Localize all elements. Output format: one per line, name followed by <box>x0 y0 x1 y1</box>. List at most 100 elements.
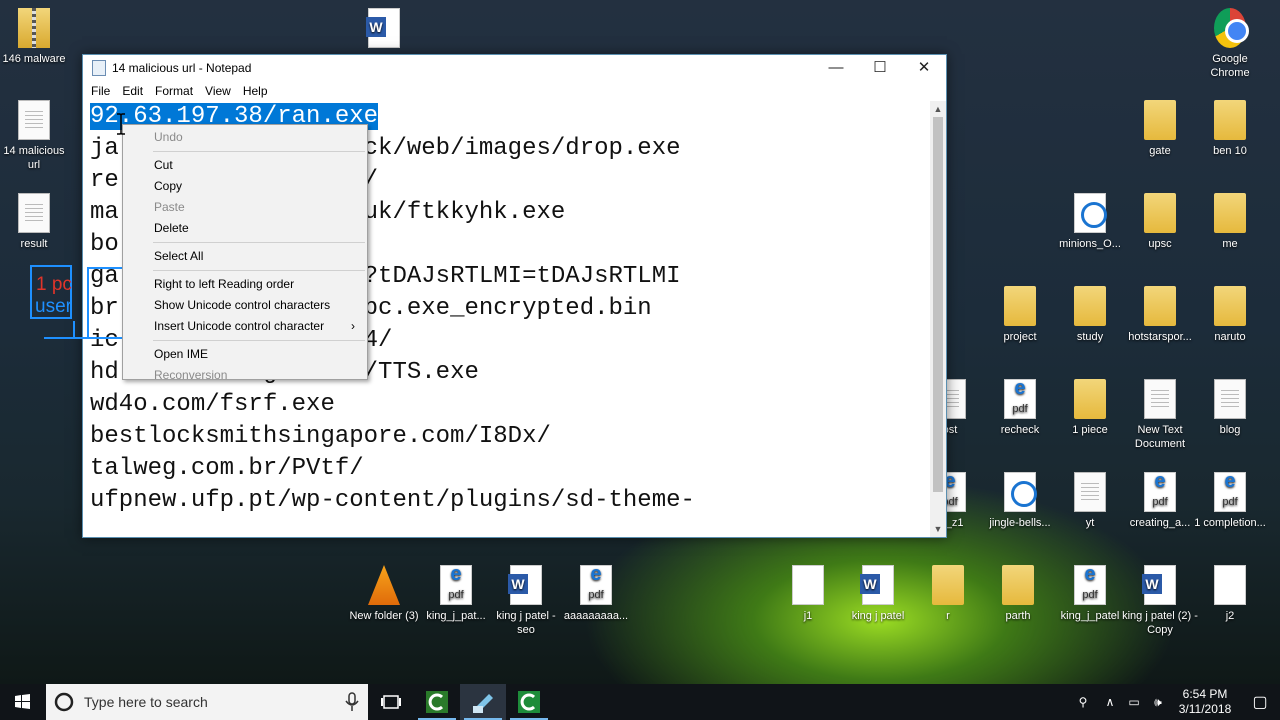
context-menu-item[interactable]: Insert Unicode control character › <box>123 316 367 337</box>
desktop-icon-label: project <box>1003 331 1037 343</box>
desktop-icon[interactable]: Google Chrome <box>1192 8 1268 80</box>
window-title: 14 malicious url - Notepad <box>112 61 252 75</box>
desktop-icon[interactable]: New folder (3) <box>346 565 422 623</box>
word-file-icon <box>508 565 542 605</box>
pdf-file-icon <box>580 565 612 605</box>
desktop-icon[interactable]: r <box>910 565 986 623</box>
desktop-icon[interactable]: king j patel (2) - Copy <box>1122 565 1198 637</box>
chrome-file-icon <box>1214 8 1249 48</box>
context-menu-item[interactable]: Select All <box>123 246 367 267</box>
menu-format[interactable]: Format <box>149 84 199 98</box>
context-menu-item[interactable]: Show Unicode control characters <box>123 295 367 316</box>
start-button[interactable] <box>0 684 46 720</box>
line-text: re <box>90 167 119 194</box>
desktop-icon-label: king_j_pat... <box>426 610 486 622</box>
doc-file-icon <box>1074 472 1106 512</box>
desktop-icon[interactable]: 1 piece <box>1052 379 1128 437</box>
search-input[interactable]: Type here to search <box>84 694 338 710</box>
system-tray: ⚲ ∧ ▭ 🕪 6:54 PM 3/11/2018 ▢ <box>1068 684 1280 720</box>
chevron-up-icon[interactable]: ∧ <box>1098 695 1122 709</box>
menu-file[interactable]: File <box>85 84 116 98</box>
desktop-icon-label: 1 completion... <box>1194 517 1266 529</box>
menu-help[interactable]: Help <box>237 84 274 98</box>
desktop-icon[interactable]: 1 completion... <box>1192 472 1268 530</box>
desktop-icon[interactable]: jingle-bells... <box>982 472 1058 530</box>
context-menu-label: Insert Unicode control character <box>154 319 325 333</box>
word-file-icon <box>1142 565 1176 605</box>
clock-time: 6:54 PM <box>1182 687 1228 701</box>
menu-separator <box>153 151 365 152</box>
microphone-icon[interactable] <box>338 684 368 720</box>
desktop-icon-label: creating_a... <box>1129 517 1191 529</box>
desktop-icon[interactable]: recheck <box>982 379 1058 437</box>
desktop-icon[interactable]: result <box>0 193 72 251</box>
desktop-icon[interactable]: ben 10 <box>1192 100 1268 158</box>
task-view-button[interactable] <box>368 684 414 720</box>
people-icon[interactable]: ⚲ <box>1068 695 1098 709</box>
clock[interactable]: 6:54 PM 3/11/2018 <box>1170 687 1240 717</box>
desktop-icon[interactable]: j2 <box>1192 565 1268 623</box>
minimize-button[interactable]: — <box>814 55 858 81</box>
desktop-icon[interactable]: king j patel - seo <box>488 565 564 637</box>
menu-view[interactable]: View <box>199 84 237 98</box>
context-menu-item[interactable]: Delete <box>123 218 367 239</box>
taskbar-notepad[interactable] <box>460 684 506 720</box>
close-button[interactable]: ✕ <box>902 55 946 81</box>
word-file-icon <box>366 8 400 48</box>
taskbar-camtasia-2[interactable] <box>506 684 552 720</box>
context-menu-item[interactable]: Cut <box>123 155 367 176</box>
desktop-icon[interactable] <box>346 8 422 52</box>
desktop-icon[interactable]: aaaaaaaaa... <box>558 565 634 623</box>
desktop-icon-label: naruto <box>1214 331 1246 343</box>
desktop-icon-label: king_j_patel <box>1060 610 1120 622</box>
camtasia-recorder-icon <box>518 691 540 713</box>
context-menu-item[interactable]: Open IME <box>123 344 367 365</box>
text-line: bestlocksmithsingapore.com/I8Dx/ <box>90 421 930 453</box>
vertical-scrollbar[interactable]: ▲ ▼ <box>930 101 946 537</box>
desktop-icon[interactable]: 146 malware <box>0 8 72 66</box>
notification-icon[interactable]: ▢ <box>1240 692 1280 712</box>
desktop-icon-label: king j patel (2) - Copy <box>1122 610 1198 636</box>
line-text: wd4o.com/fsrf.exe <box>90 391 335 418</box>
desktop-icon-label: 14 malicious url <box>3 145 65 171</box>
fold-file-icon <box>1214 193 1246 233</box>
desktop-icon[interactable]: me <box>1192 193 1268 251</box>
context-menu-label: Cut <box>154 158 173 172</box>
desktop-icon[interactable]: king j patel <box>840 565 916 623</box>
desktop-icon-label: 1 piece <box>1072 424 1108 436</box>
cortana-icon <box>54 692 74 712</box>
desktop-icon[interactable]: study <box>1052 286 1128 344</box>
desktop-icon[interactable]: creating_a... <box>1122 472 1198 530</box>
menu-edit[interactable]: Edit <box>116 84 149 98</box>
desktop-icon[interactable]: yt <box>1052 472 1128 530</box>
search-box[interactable]: Type here to search <box>46 684 368 720</box>
desktop-icon[interactable]: project <box>982 286 1058 344</box>
context-menu-item[interactable]: Copy <box>123 176 367 197</box>
desktop-icon[interactable]: gate <box>1122 100 1198 158</box>
desktop-icon[interactable]: minions_O... <box>1052 193 1128 251</box>
desktop-icon[interactable]: naruto <box>1192 286 1268 344</box>
overlay-label-user: user <box>35 296 73 317</box>
desktop-icon[interactable]: 14 malicious url <box>0 100 72 172</box>
desktop-icon[interactable]: king_j_patel <box>1052 565 1128 623</box>
network-icon[interactable]: ▭ <box>1122 695 1146 709</box>
fold-file-icon <box>1004 286 1036 326</box>
scroll-down-icon[interactable]: ▼ <box>930 521 946 537</box>
desktop-icon[interactable]: blog <box>1192 379 1268 437</box>
context-menu-item[interactable]: Right to left Reading order <box>123 274 367 295</box>
taskbar-camtasia-1[interactable] <box>414 684 460 720</box>
scroll-up-icon[interactable]: ▲ <box>930 101 946 117</box>
desktop-icon[interactable]: parth <box>980 565 1056 623</box>
fold-file-icon <box>1144 193 1176 233</box>
title-bar[interactable]: 14 malicious url - Notepad — ☐ ✕ <box>83 55 946 81</box>
volume-icon[interactable]: 🕪 <box>1146 695 1170 710</box>
desktop-icon-label: blog <box>1219 424 1241 436</box>
scroll-thumb[interactable] <box>933 117 943 492</box>
desktop-icon[interactable]: king_j_pat... <box>418 565 494 623</box>
clock-date: 3/11/2018 <box>1178 702 1232 716</box>
desktop-icon[interactable]: j1 <box>770 565 846 623</box>
desktop-icon[interactable]: New Text Document <box>1122 379 1198 451</box>
desktop-icon[interactable]: hotstarspor... <box>1122 286 1198 344</box>
maximize-button[interactable]: ☐ <box>858 55 902 81</box>
desktop-icon[interactable]: upsc <box>1122 193 1198 251</box>
